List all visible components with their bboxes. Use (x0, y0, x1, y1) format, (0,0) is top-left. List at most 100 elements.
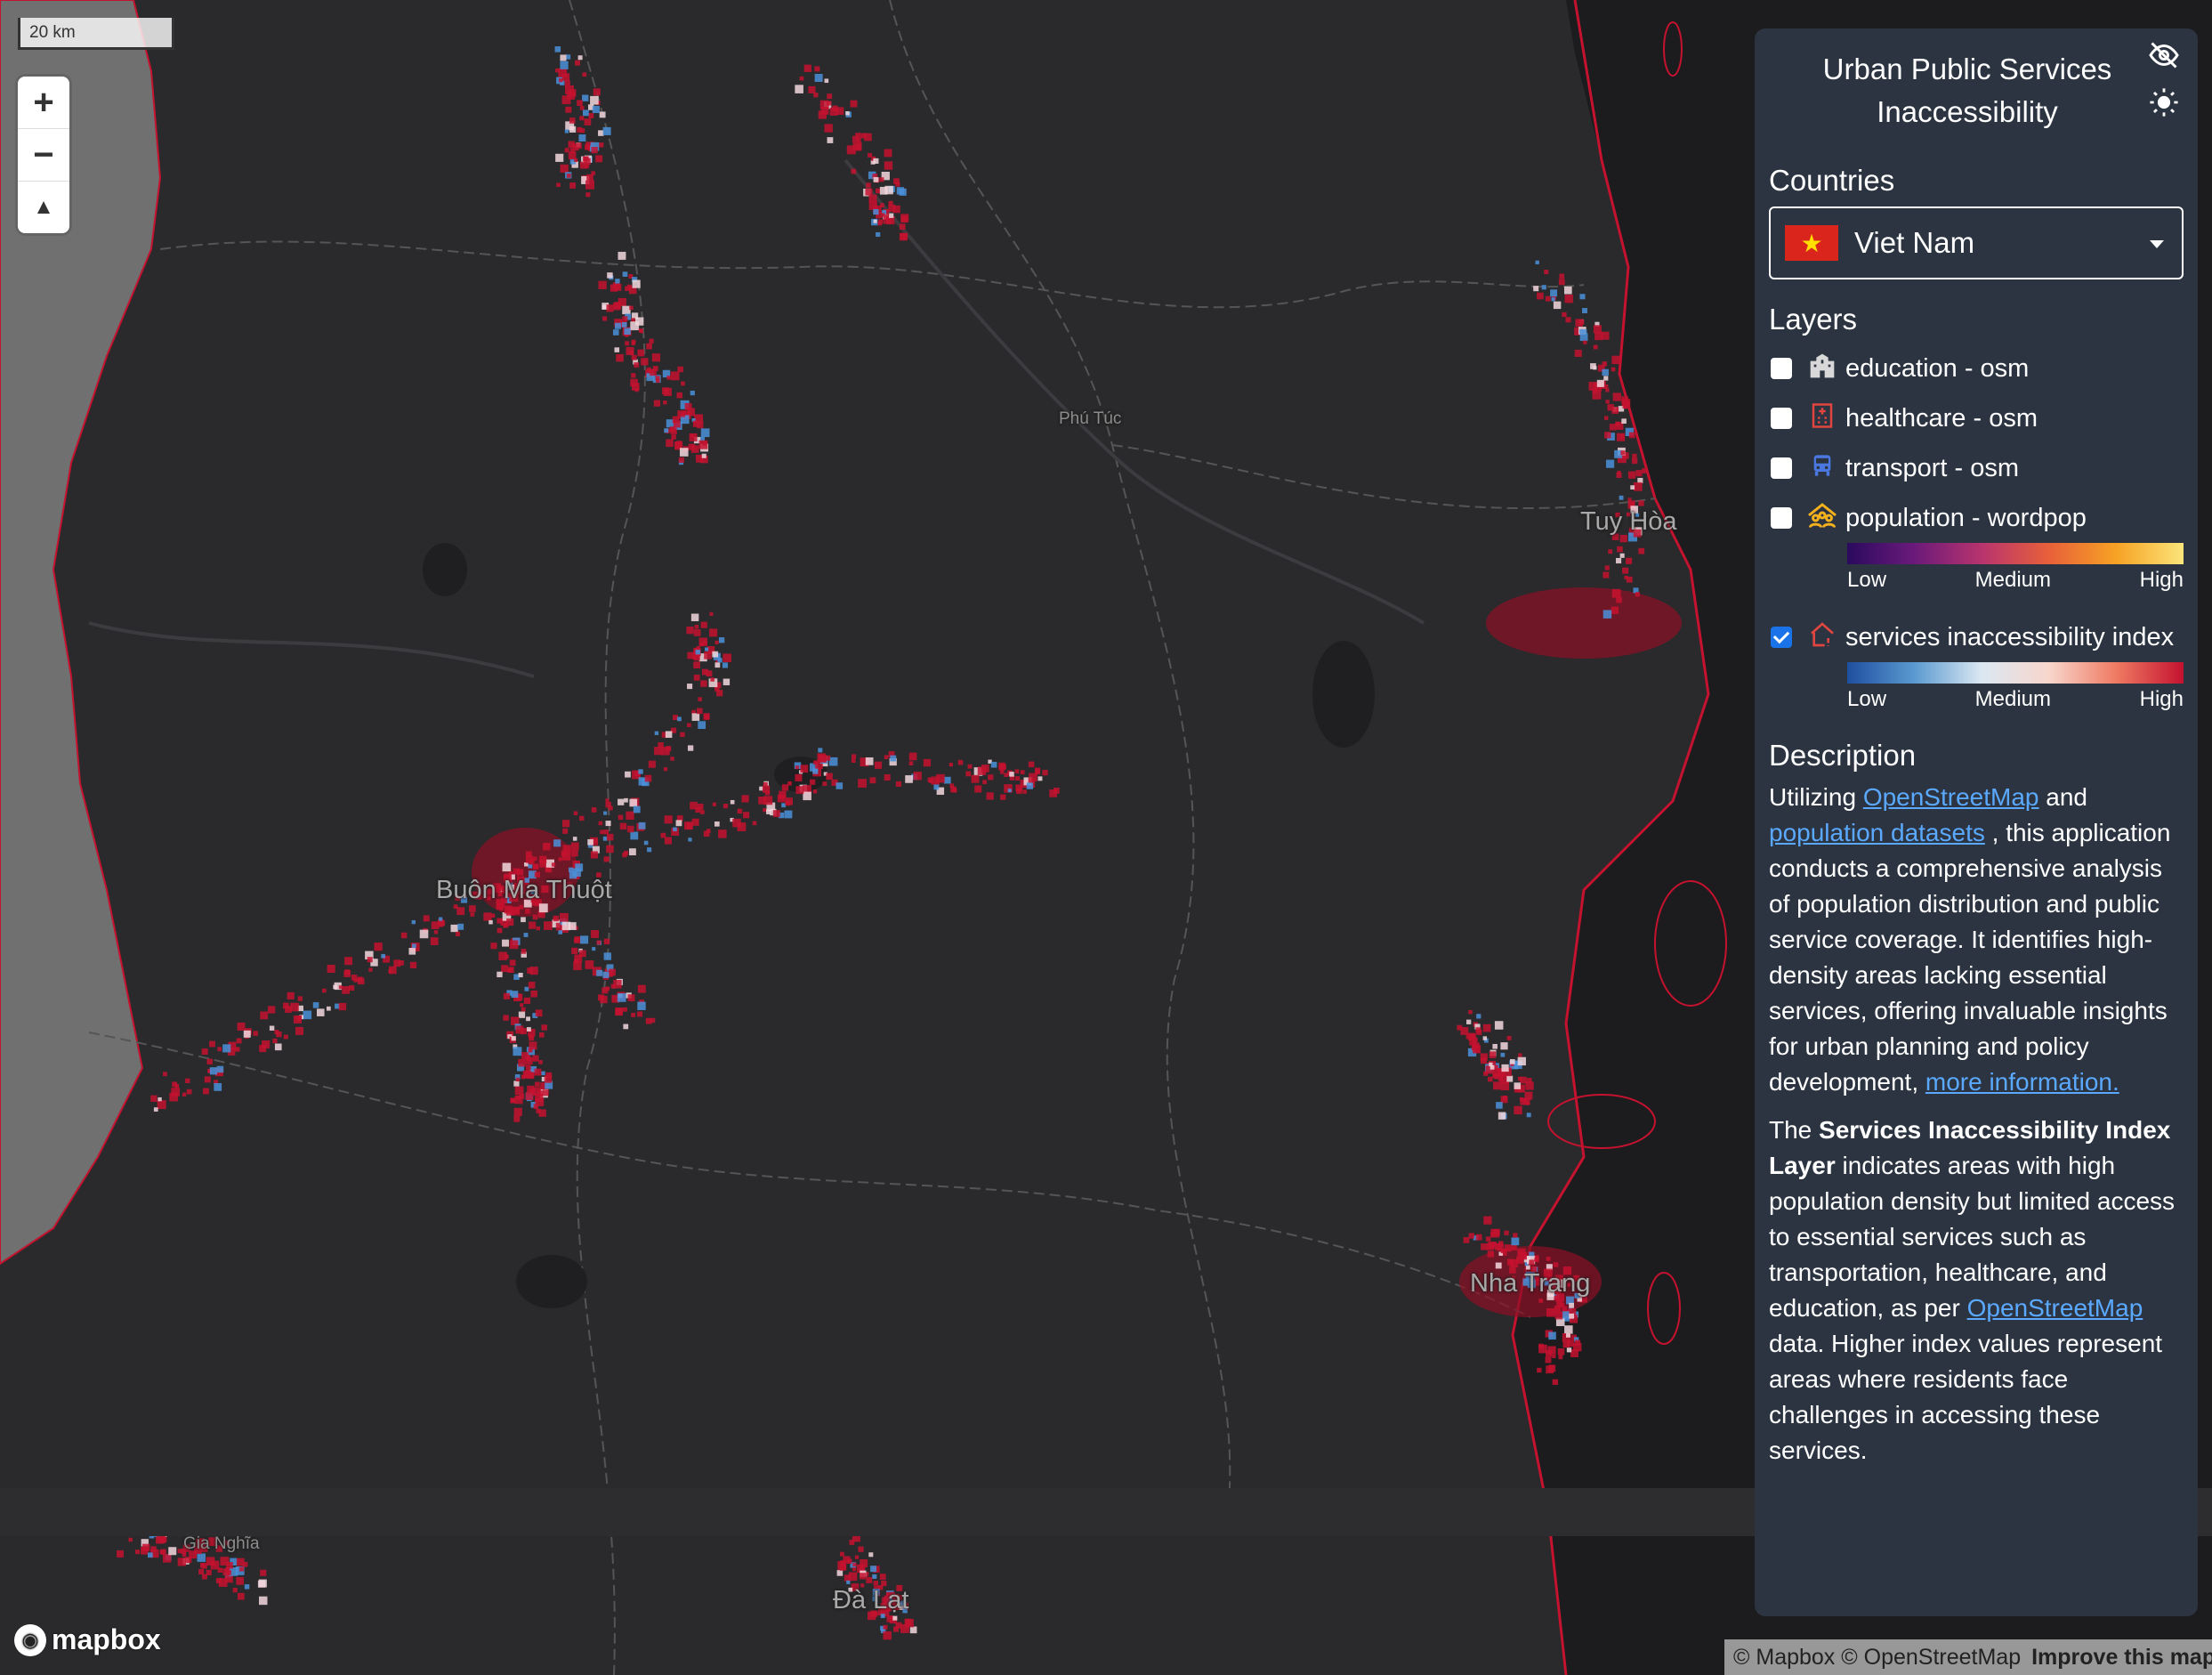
hotspot-cell (637, 1001, 646, 1010)
more-information-link[interactable]: more information. (1925, 1068, 2119, 1096)
hotspot-cell (559, 912, 569, 922)
hotspot-cell (532, 914, 538, 920)
hotspot-cell (1535, 260, 1539, 265)
hotspot-cell (876, 231, 881, 238)
layer-row-population[interactable]: population - wordpop (1769, 493, 2184, 543)
hotspot-cell (629, 305, 634, 311)
layer-checkbox-healthcare[interactable] (1771, 408, 1792, 429)
hotspot-cell (268, 1006, 276, 1014)
layer-row-inaccessibility[interactable]: services inaccessibility index (1769, 612, 2184, 662)
hotspot-cell (456, 907, 465, 916)
layer-checkbox-inaccessibility[interactable] (1771, 627, 1792, 648)
sun-icon[interactable] (2146, 87, 2182, 123)
hotspot-cell (908, 761, 914, 766)
hotspot-cell (933, 784, 940, 790)
hotspot-cell (1544, 270, 1549, 275)
hotspot-cell (579, 116, 585, 121)
hotspot-cell (553, 839, 561, 847)
hotspot-cell (527, 1085, 535, 1094)
hotspot-cell (1593, 344, 1598, 350)
hotspot-cell (616, 353, 624, 362)
hospital-icon (1806, 401, 1838, 437)
layer-checkbox-population[interactable] (1771, 507, 1792, 529)
hotspot-cell (532, 856, 537, 862)
hotspot-cell (675, 820, 682, 827)
hotspot-cell (603, 829, 609, 835)
hotspot-cell (535, 1081, 540, 1088)
layer-checkbox-transport[interactable] (1771, 457, 1792, 479)
population-datasets-link[interactable]: population datasets (1769, 819, 1985, 846)
mapbox-logo[interactable]: ◉ mapbox (14, 1623, 161, 1656)
improve-map-link[interactable]: Improve this map (2031, 1645, 2212, 1671)
hotspot-cell (490, 913, 496, 918)
hotspot-cell (513, 1047, 522, 1056)
hotspot-cell (836, 107, 844, 116)
zoom-in-button[interactable]: + (18, 77, 69, 129)
hotspot-cell (287, 991, 295, 999)
hotspot-cell (1538, 1343, 1544, 1349)
hotspot-cell (988, 774, 994, 781)
hotspot-cell (598, 130, 604, 136)
zoom-out-button[interactable]: − (18, 129, 69, 182)
hotspot-cell (1000, 794, 1006, 800)
osm-link[interactable]: OpenStreetMap (1967, 1294, 2143, 1322)
attribution-text[interactable]: © Mapbox © OpenStreetMap (1733, 1645, 2021, 1671)
hotspot-cell (696, 708, 703, 715)
hotspot-cell (849, 1540, 855, 1545)
hotspot-cell (718, 637, 725, 643)
hotspot-cell (499, 906, 504, 911)
hotspot-cell (357, 977, 365, 985)
hotspot-cell (688, 838, 692, 842)
hotspot-cell (591, 146, 598, 154)
hotspot-cell (864, 133, 872, 142)
hotspot-cell (197, 1553, 206, 1562)
hotspot-cell (1545, 295, 1551, 302)
hotspot-cell (865, 757, 874, 765)
hotspot-cell (712, 802, 716, 806)
hotspot-cell (717, 658, 723, 663)
eye-off-icon[interactable] (2146, 39, 2182, 75)
legend-medium: Medium (1974, 568, 2052, 592)
hotspot-cell (873, 158, 879, 164)
country-select[interactable]: ★ Viet Nam (1769, 206, 2184, 279)
hotspot-cell (573, 811, 578, 815)
hotspot-cell (333, 984, 337, 990)
compass-button[interactable]: ▲ (18, 182, 69, 233)
hotspot-cell (638, 328, 642, 333)
osm-link[interactable]: OpenStreetMap (1863, 783, 2039, 811)
hotspot-cell (913, 772, 922, 781)
hotspot-cell (1626, 576, 1633, 583)
layer-checkbox-education[interactable] (1771, 358, 1792, 379)
hotspot-cell (730, 799, 735, 805)
hotspot-cell (836, 782, 844, 789)
layer-row-education[interactable]: education - osm (1769, 344, 2184, 393)
hotspot-cell (561, 852, 571, 861)
hotspot-cell (868, 194, 877, 203)
hotspot-cell (470, 912, 475, 917)
hotspot-cell (631, 373, 636, 378)
hotspot-cell (714, 821, 720, 827)
hotspot-cell (610, 284, 618, 292)
hotspot-cell (1509, 1059, 1515, 1064)
hotspot-cell (631, 1012, 636, 1017)
vietnam-flag-icon: ★ (1785, 225, 1838, 261)
hotspot-cell (502, 939, 509, 947)
mapbox-mark-icon: ◉ (14, 1623, 46, 1656)
hotspot-cell (226, 1562, 233, 1569)
layer-row-healthcare[interactable]: healthcare - osm (1769, 393, 2184, 443)
hotspot-cell (260, 1569, 267, 1576)
hotspot-cell (625, 341, 630, 346)
hotspot-cell (1053, 787, 1060, 794)
hotspot-cell (626, 811, 634, 820)
layer-row-transport[interactable]: transport - osm (1769, 443, 2184, 493)
hotspot-cell (534, 1068, 542, 1076)
hotspot-cell (1558, 279, 1565, 286)
hotspot-cell (596, 940, 601, 945)
hotspot-cell (1553, 301, 1562, 310)
hotspot-cell (1582, 308, 1587, 313)
hotspot-cell (1483, 1216, 1492, 1225)
hotspot-cell (186, 1088, 192, 1095)
hotspot-cell (698, 697, 702, 701)
hotspot-cell (157, 1100, 166, 1110)
hotspot-cell (506, 918, 514, 927)
